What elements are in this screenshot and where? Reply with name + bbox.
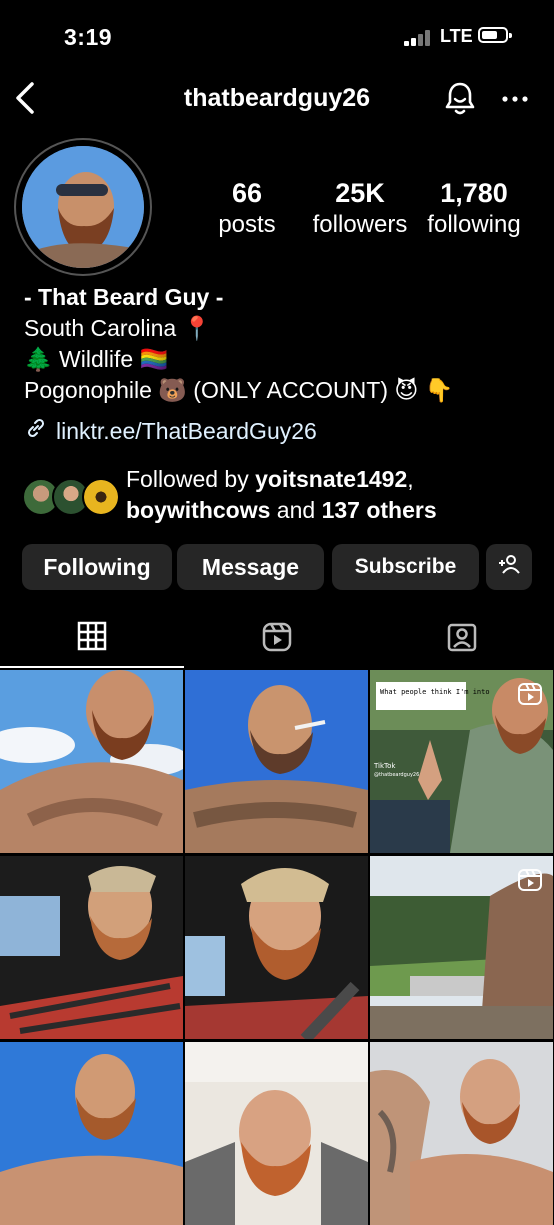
back-arrow-icon[interactable] xyxy=(10,78,42,118)
post-tile-video[interactable] xyxy=(370,856,553,1039)
avatar[interactable] xyxy=(22,146,144,268)
following-label: following xyxy=(427,211,521,238)
mutual-user-2[interactable]: boywithcows xyxy=(126,497,270,523)
profile-bio: - That Beard Guy - South Carolina 📍 🌲 Wi… xyxy=(24,282,453,406)
subscribe-button-label: Subscribe xyxy=(354,555,457,578)
grid-icon xyxy=(77,621,107,656)
post-tile[interactable] xyxy=(185,670,368,853)
mutual-avatar-3 xyxy=(82,478,120,516)
bio-link-text[interactable]: linktr.ee/ThatBeardGuy26 xyxy=(56,418,317,445)
message-button-label: Message xyxy=(201,553,300,580)
status-bar: 3:19 LTE xyxy=(0,0,554,70)
tiktok-label: TikTok xyxy=(373,762,396,770)
following-count: 1,780 xyxy=(440,178,508,208)
subscribe-button[interactable]: Subscribe xyxy=(332,544,479,590)
post-tile[interactable] xyxy=(185,1042,368,1225)
profile-tabs xyxy=(0,610,554,668)
posts-stat[interactable]: 66 posts xyxy=(207,178,287,239)
bio-line-description: Pogonophile 🐻 (ONLY ACCOUNT) 😈 👇 xyxy=(24,377,454,403)
post-tile-video[interactable]: What people think I'm into TikTok @thatbea… xyxy=(370,670,553,853)
post-tile[interactable] xyxy=(0,856,183,1039)
tab-posts-grid[interactable] xyxy=(0,610,184,668)
post-tile[interactable] xyxy=(370,1042,553,1225)
mutual-others-count[interactable]: 137 others xyxy=(322,497,437,523)
following-button-label: Following xyxy=(43,553,151,580)
reel-icon xyxy=(517,682,543,706)
message-button[interactable]: Message xyxy=(177,544,324,590)
reel-icon xyxy=(517,868,543,892)
bio-link[interactable]: linktr.ee/ThatBeardGuy26 xyxy=(24,416,317,446)
followers-count: 25K xyxy=(335,178,385,208)
profile-header: thatbeardguy26 xyxy=(0,70,554,130)
mutual-followers[interactable]: Followed by yoitsnate1492, boywithcows a… xyxy=(22,462,542,526)
link-icon xyxy=(24,416,48,446)
notification-bell-icon[interactable] xyxy=(443,80,477,116)
posts-label: posts xyxy=(218,211,276,238)
add-person-icon xyxy=(497,553,521,581)
signal-icon xyxy=(404,28,434,46)
following-stat[interactable]: 1,780 following xyxy=(420,178,528,239)
bio-line-location: South Carolina 📍 xyxy=(24,315,212,341)
posts-count: 66 xyxy=(231,178,263,208)
followers-stat[interactable]: 25K followers xyxy=(304,178,416,239)
post-tile[interactable] xyxy=(0,670,183,853)
followed-by-prefix: Followed by xyxy=(126,466,256,492)
tab-reels[interactable] xyxy=(185,610,369,668)
post-caption: What people think I'm into xyxy=(380,688,490,696)
posts-grid: What people think I'm into TikTok @thatbea… xyxy=(0,670,554,1225)
bio-line-interests: 🌲 Wildlife 🏳️‍🌈 xyxy=(24,346,169,372)
followed-by-comma: , xyxy=(407,466,414,492)
suggested-users-button[interactable] xyxy=(486,544,532,590)
post-tile[interactable] xyxy=(0,1042,183,1225)
following-button[interactable]: Following xyxy=(22,544,172,590)
more-options-icon[interactable] xyxy=(500,84,530,114)
network-label: LTE xyxy=(440,26,473,46)
tab-tagged[interactable] xyxy=(370,610,554,668)
followers-label: followers xyxy=(312,211,408,238)
display-name: - That Beard Guy - xyxy=(24,284,224,310)
followed-by-and: and xyxy=(270,497,322,523)
mutual-user-1[interactable]: yoitsnate1492 xyxy=(255,466,407,492)
post-tile[interactable] xyxy=(185,856,368,1039)
followed-by-text: Followed by yoitsnate1492, boywithcows a… xyxy=(126,464,437,526)
battery-icon xyxy=(478,27,512,43)
reels-icon xyxy=(261,621,293,658)
tagged-person-icon xyxy=(446,621,478,658)
clock: 3:19 xyxy=(64,24,113,50)
tiktok-handle: @thatbeardguy26 xyxy=(374,772,419,778)
